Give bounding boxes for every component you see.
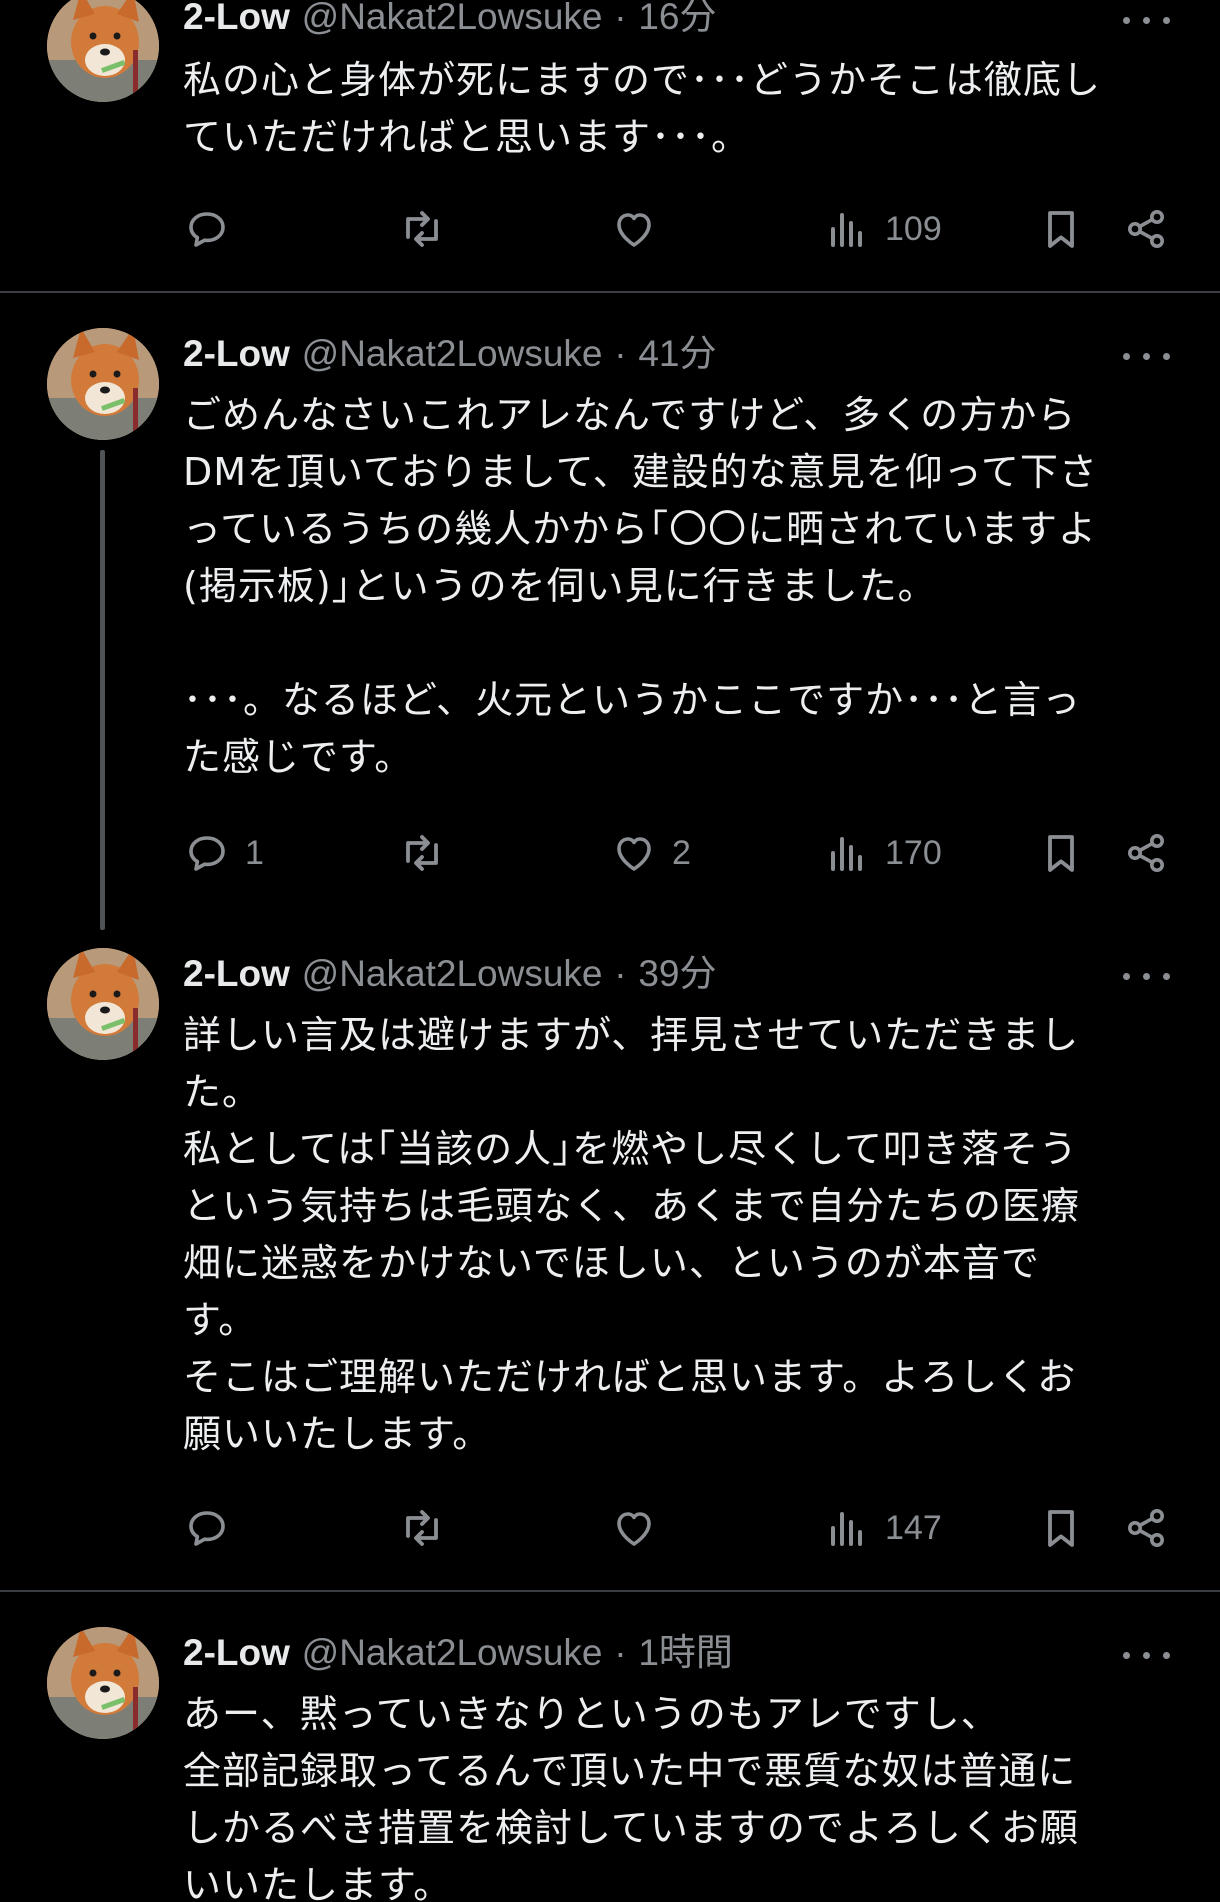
timestamp[interactable]: 39分: [638, 953, 716, 994]
bookmark-icon: [1048, 211, 1074, 248]
share-button[interactable]: [1122, 1498, 1170, 1558]
more-icon[interactable]: [1121, 10, 1173, 30]
bookmark-button[interactable]: [1037, 1498, 1085, 1558]
tweet-header: 2-Low @Nakat2Lowsuke · 16分: [183, 0, 1150, 42]
separator-dot: ·: [614, 333, 627, 374]
avatar[interactable]: [47, 328, 159, 440]
view-count: 170: [885, 833, 942, 872]
share-icon: [1128, 210, 1164, 248]
retweet-button[interactable]: [398, 199, 460, 259]
reply-icon: [189, 836, 225, 871]
tweet[interactable]: 2-Low @Nakat2Lowsuke · 16分 私の心と身体が死にますので…: [0, 0, 1220, 292]
bookmark-icon: [1048, 835, 1074, 872]
reply-icon: [189, 1511, 225, 1546]
action-bar: 109: [0, 199, 1220, 259]
share-icon: [1128, 834, 1164, 872]
action-bar: 147: [0, 1498, 1220, 1558]
bookmark-icon: [1048, 1510, 1074, 1547]
tweet-text-content: 詳しい言及は避けますが、拝見させていただきまし た。 私としては｢当該の人｣を燃…: [183, 1013, 1081, 1456]
share-icon: [1128, 1509, 1164, 1547]
tweet[interactable]: 2-Low @Nakat2Lowsuke · 39分 詳しい言及は避けますが、拝…: [0, 933, 1220, 1591]
reply-button[interactable]: [183, 1498, 245, 1558]
shiba-dog-avatar-image: [47, 0, 159, 102]
avatar[interactable]: [47, 0, 159, 102]
shiba-dog-avatar-image: [47, 948, 159, 1060]
heart-icon: [617, 213, 651, 247]
tweet-header: 2-Low @Nakat2Lowsuke · 39分: [183, 949, 1150, 999]
action-bar: 1 2 170: [0, 823, 1220, 883]
tweet-header: 2-Low @Nakat2Lowsuke · 1時間: [183, 1628, 1150, 1678]
retweet-button[interactable]: [398, 1498, 460, 1558]
timestamp[interactable]: 16分: [638, 0, 716, 37]
bookmark-button[interactable]: [1037, 823, 1085, 883]
reply-icon: [189, 212, 225, 247]
separator-dot: ·: [614, 1632, 627, 1673]
display-name[interactable]: 2-Low: [183, 333, 290, 374]
retweet-button[interactable]: [398, 823, 460, 883]
avatar[interactable]: [47, 948, 159, 1060]
share-button[interactable]: [1122, 199, 1170, 259]
views-icon: [831, 837, 862, 871]
timestamp[interactable]: 41分: [638, 333, 716, 374]
tweet-text-content: あー、黙っていきなりというのもアレですし、 全部記録取ってるんで頂いた中で悪質な…: [183, 1692, 1079, 1902]
timestamp[interactable]: 1時間: [638, 1632, 733, 1673]
user-handle[interactable]: @Nakat2Lowsuke: [302, 1632, 603, 1673]
share-button[interactable]: [1122, 823, 1170, 883]
separator-dot: ·: [614, 953, 627, 994]
bookmark-button[interactable]: [1037, 199, 1085, 259]
like-button[interactable]: 2: [610, 823, 691, 883]
heart-icon: [617, 1512, 651, 1546]
retweet-icon: [406, 211, 438, 247]
tweet[interactable]: 2-Low @Nakat2Lowsuke · 41分 ごめんなさいこれアレなんで…: [0, 293, 1220, 933]
like-count: 2: [672, 833, 691, 872]
tweet-text: あー、黙っていきなりというのもアレですし、 全部記録取ってるんで頂いた中で悪質な…: [183, 1686, 1173, 1902]
display-name[interactable]: 2-Low: [183, 1632, 290, 1673]
retweet-icon: [406, 835, 438, 871]
reply-button[interactable]: 1: [183, 823, 264, 883]
like-button[interactable]: [610, 199, 672, 259]
more-icon[interactable]: [1121, 1645, 1173, 1665]
tweet-text: 私の心と身体が死にますので･･･どうかそこは徹底し ていただければと思います･･…: [183, 52, 1173, 166]
avatar[interactable]: [47, 1627, 159, 1739]
display-name[interactable]: 2-Low: [183, 953, 290, 994]
display-name[interactable]: 2-Low: [183, 0, 290, 37]
like-button[interactable]: [610, 1498, 672, 1558]
reply-button[interactable]: [183, 199, 245, 259]
user-handle[interactable]: @Nakat2Lowsuke: [302, 953, 603, 994]
user-handle[interactable]: @Nakat2Lowsuke: [302, 0, 603, 37]
views-icon: [831, 1512, 862, 1546]
view-count: 109: [885, 209, 942, 248]
tweet-text: ごめんなさいこれアレなんですけど、多くの方から DMを頂いておりまして、建設的な…: [183, 387, 1173, 786]
tweet-header: 2-Low @Nakat2Lowsuke · 41分: [183, 329, 1150, 379]
more-icon[interactable]: [1121, 966, 1173, 986]
tweet[interactable]: 2-Low @Nakat2Lowsuke · 1時間 あー、黙っていきなりという…: [0, 1592, 1220, 1902]
more-icon[interactable]: [1121, 346, 1173, 366]
reply-count: 1: [245, 833, 264, 872]
user-handle[interactable]: @Nakat2Lowsuke: [302, 333, 603, 374]
timeline: 2-Low @Nakat2Lowsuke · 16分 私の心と身体が死にますので…: [0, 0, 1220, 1902]
retweet-icon: [406, 1510, 438, 1546]
views-button[interactable]: 170: [823, 823, 942, 883]
views-button[interactable]: 109: [823, 199, 942, 259]
shiba-dog-avatar-image: [47, 1627, 159, 1739]
separator-dot: ·: [614, 0, 627, 37]
views-icon: [831, 213, 862, 247]
tweet-text-content: ごめんなさいこれアレなんですけど、多くの方から DMを頂いておりまして、建設的な…: [183, 393, 1098, 779]
heart-icon: [617, 837, 651, 871]
tweet-text: 詳しい言及は避けますが、拝見させていただきまし た。 私としては｢当該の人｣を燃…: [183, 1007, 1173, 1463]
view-count: 147: [885, 1508, 942, 1547]
tweet-text-content: 私の心と身体が死にますので･･･どうかそこは徹底し ていただければと思います･･…: [183, 58, 1102, 159]
views-button[interactable]: 147: [823, 1498, 942, 1558]
shiba-dog-avatar-image: [47, 328, 159, 440]
